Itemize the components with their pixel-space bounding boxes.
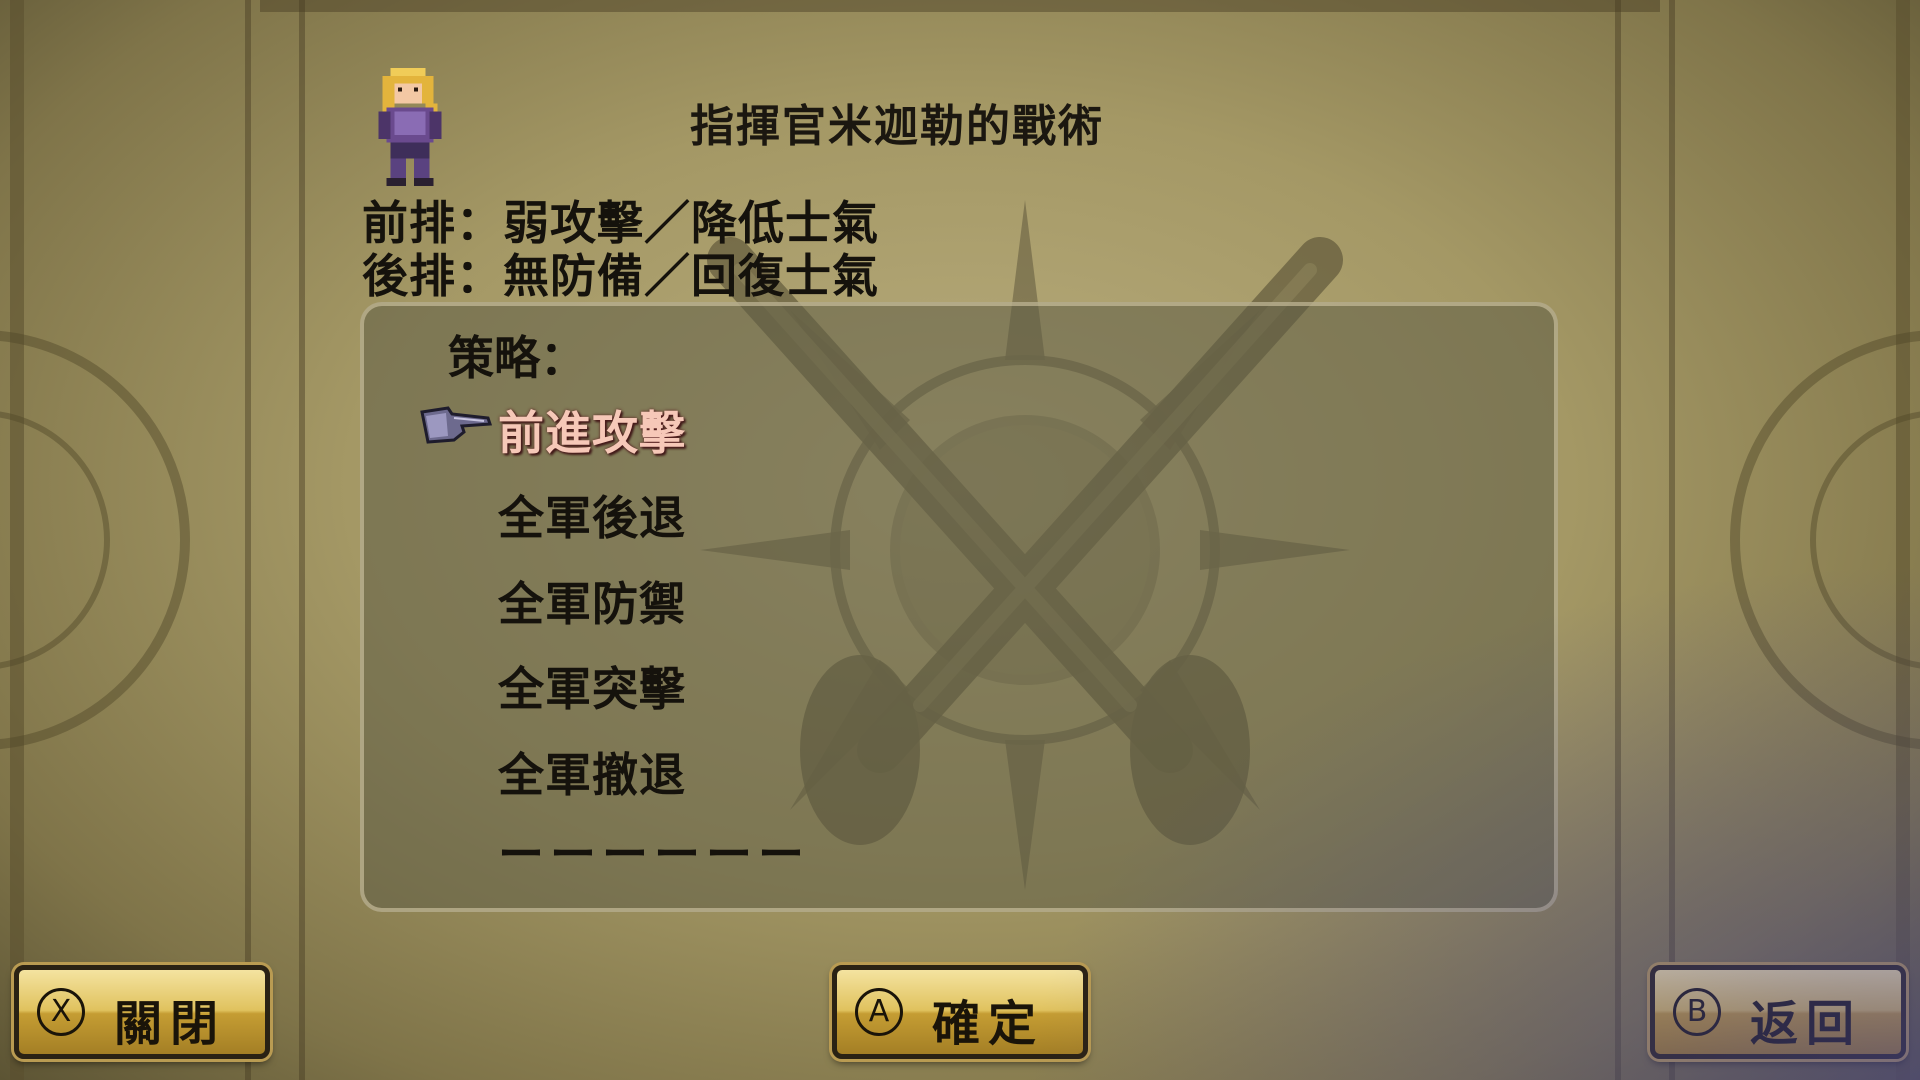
close-button-label: 關閉 [113, 996, 226, 1052]
confirm-button[interactable]: A 確定 [832, 965, 1088, 1059]
strategy-label: 策略： [448, 331, 586, 385]
strategy-option-full-withdraw[interactable]: 全軍撤退 [498, 739, 686, 805]
game-screen: 指揮官米迦勒的戰術 前排：弱攻擊／降低士氣 後排：無防備／回復士氣 策略： 前進… [0, 0, 1920, 1080]
close-button[interactable]: X 關閉 [14, 965, 270, 1059]
pointing-gauntlet-icon [420, 406, 492, 444]
back-button[interactable]: B 返回 [1650, 965, 1906, 1059]
confirm-button-label: 確定 [931, 996, 1044, 1052]
decorative-top-bar [260, 0, 1660, 12]
strategy-option-advance-attack[interactable]: 前進攻擊 [498, 397, 686, 463]
back-button-label: 返回 [1749, 996, 1862, 1052]
commander-portrait-icon [378, 68, 442, 186]
strategy-option-full-charge[interactable]: 全軍突擊 [498, 653, 686, 719]
strategy-option-full-defense[interactable]: 全軍防禦 [498, 568, 686, 634]
strategy-option-empty[interactable]: ーーーーーー [498, 818, 810, 884]
back-row-effect: 後排：無防備／回復士氣 [362, 249, 879, 303]
decorative-pillar-right [1615, 0, 1675, 1080]
strategy-option-full-retreat-back[interactable]: 全軍後退 [498, 482, 686, 548]
decorative-pillar-left [245, 0, 305, 1080]
page-title: 指揮官米迦勒的戰術 [690, 101, 1104, 152]
